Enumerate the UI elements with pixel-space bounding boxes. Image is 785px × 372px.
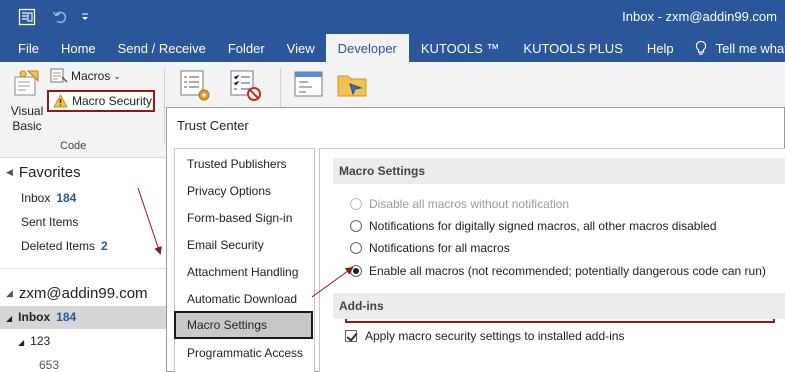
favorites-sent-items[interactable]: Sent Items <box>21 215 78 229</box>
macros-button[interactable]: Macros ⌄ <box>50 68 121 84</box>
unread-count: 2 <box>101 239 108 253</box>
unread-count: 184 <box>56 310 77 324</box>
account-header[interactable]: ◢ zxm@addin99.com <box>6 285 148 302</box>
design-form-icon[interactable] <box>292 68 326 102</box>
radio-button-selected[interactable] <box>350 265 362 277</box>
undo-icon[interactable] <box>50 7 70 27</box>
category-automatic-download[interactable]: Automatic Download <box>176 286 313 311</box>
tab-kutools[interactable]: KUTOOLS ™ <box>409 34 512 62</box>
title-bar: Inbox - zxm@addin99.com <box>0 0 785 34</box>
account-inbox[interactable]: ◢ Inbox 184 <box>6 310 76 324</box>
ribbon-separator <box>164 68 165 144</box>
subfolder-count[interactable]: 653 <box>39 358 59 372</box>
visual-basic-label-2: Basic <box>12 119 42 133</box>
option-enable-all-macros[interactable]: Enable all macros (not recommended; pote… <box>350 264 766 278</box>
dialog-title: Trust Center <box>177 118 249 133</box>
favorites-label: Favorites <box>18 164 81 181</box>
folder-name: Deleted Items <box>21 239 96 253</box>
category-form-based-sign-in[interactable]: Form-based Sign-in <box>176 205 313 230</box>
option-apply-to-addins[interactable]: Apply macro security settings to install… <box>345 329 624 343</box>
option-notify-signed-macros[interactable]: Notifications for digitally signed macro… <box>350 219 717 233</box>
warning-icon <box>53 94 68 108</box>
tab-folder[interactable]: Folder <box>217 34 276 62</box>
tab-send-receive[interactable]: Send / Receive <box>107 34 217 62</box>
customize-qat-icon[interactable] <box>78 7 92 27</box>
collapse-arrow-icon: ◢ <box>18 338 25 347</box>
lightbulb-icon <box>695 40 706 55</box>
ribbon-tabs: File Home Send / Receive Folder View Dev… <box>0 34 785 62</box>
unread-count: 184 <box>56 191 77 205</box>
folder-name: Inbox <box>21 191 51 205</box>
macros-dropdown-icon: ⌄ <box>113 70 121 81</box>
collapse-arrow-icon: ◢ <box>6 288 13 298</box>
settings-panel: Macro Settings Disable all macros withou… <box>319 148 785 372</box>
collapse-arrow-icon: ◀ <box>6 167 13 177</box>
radio-button[interactable] <box>350 220 362 232</box>
macros-icon <box>50 68 68 83</box>
tab-kutools-plus[interactable]: KUTOOLS PLUS <box>511 34 634 62</box>
com-addins-icon[interactable] <box>178 68 212 102</box>
navigation-pane: ◀ Favorites Inbox 184 Sent Items Deleted … <box>0 158 166 372</box>
run-form-icon[interactable] <box>336 68 370 102</box>
category-email-security[interactable]: Email Security <box>176 232 313 257</box>
radio-button[interactable] <box>350 242 362 254</box>
account-label: zxm@addin99.com <box>18 285 148 302</box>
option-notify-all-macros[interactable]: Notifications for all macros <box>350 241 510 255</box>
visual-basic-label-1: Visual <box>10 104 44 118</box>
favorites-header[interactable]: ◀ Favorites <box>6 164 81 181</box>
visual-basic-button[interactable]: Visual Basic <box>6 66 48 146</box>
option-label: Notifications for all macros <box>369 241 510 255</box>
nav-divider <box>0 268 166 269</box>
tell-me-label: Tell me what yo <box>715 40 785 56</box>
category-programmatic-access[interactable]: Programmatic Access <box>176 340 313 365</box>
macro-security-label: Macro Security <box>72 94 153 108</box>
window-title: Inbox - zxm@addin99.com <box>622 9 777 24</box>
tab-file[interactable]: File <box>0 34 50 62</box>
outlook-app-icon[interactable] <box>16 7 38 27</box>
option-label: Enable all macros (not recommended; pote… <box>369 264 766 278</box>
category-attachment-handling[interactable]: Attachment Handling <box>176 259 313 284</box>
option-label: Apply macro security settings to install… <box>365 329 625 343</box>
addins-header: Add-ins <box>333 293 785 319</box>
subfolder-123[interactable]: ◢ 123 <box>18 334 50 348</box>
macro-security-button[interactable]: Macro Security <box>47 90 155 112</box>
collapse-arrow-icon: ◢ <box>6 314 13 323</box>
folder-name: Sent Items <box>21 215 79 229</box>
checkbox[interactable] <box>345 330 357 342</box>
tab-help[interactable]: Help <box>635 34 686 62</box>
category-trusted-publishers[interactable]: Trusted Publishers <box>176 151 313 176</box>
tell-me-box[interactable]: Tell me what yo <box>686 34 785 62</box>
tab-developer[interactable]: Developer <box>325 34 409 62</box>
radio-button[interactable] <box>350 198 362 210</box>
favorites-deleted-items[interactable]: Deleted Items 2 <box>21 239 108 253</box>
folder-name: 123 <box>30 334 51 348</box>
option-label: Disable all macros without notification <box>369 197 570 211</box>
category-macro-settings[interactable]: Macro Settings <box>174 311 313 339</box>
code-group-label: Code <box>60 140 87 152</box>
tab-home[interactable]: Home <box>50 34 107 62</box>
favorites-inbox[interactable]: Inbox 184 <box>21 191 76 205</box>
visual-basic-icon <box>14 70 39 96</box>
tab-view[interactable]: View <box>276 34 326 62</box>
folder-name: Inbox <box>18 310 51 324</box>
category-list: Trusted Publishers Privacy Options Form-… <box>174 148 315 372</box>
category-privacy-options[interactable]: Privacy Options <box>176 178 313 203</box>
trust-center-dialog: Trust Center Trusted Publishers Privacy … <box>166 107 785 372</box>
macro-settings-header: Macro Settings <box>333 158 785 184</box>
option-label: Notifications for digitally signed macro… <box>369 219 717 233</box>
macros-label: Macros <box>71 69 111 83</box>
disabled-items-icon[interactable] <box>228 68 262 102</box>
option-disable-without-notification[interactable]: Disable all macros without notification <box>350 197 569 211</box>
